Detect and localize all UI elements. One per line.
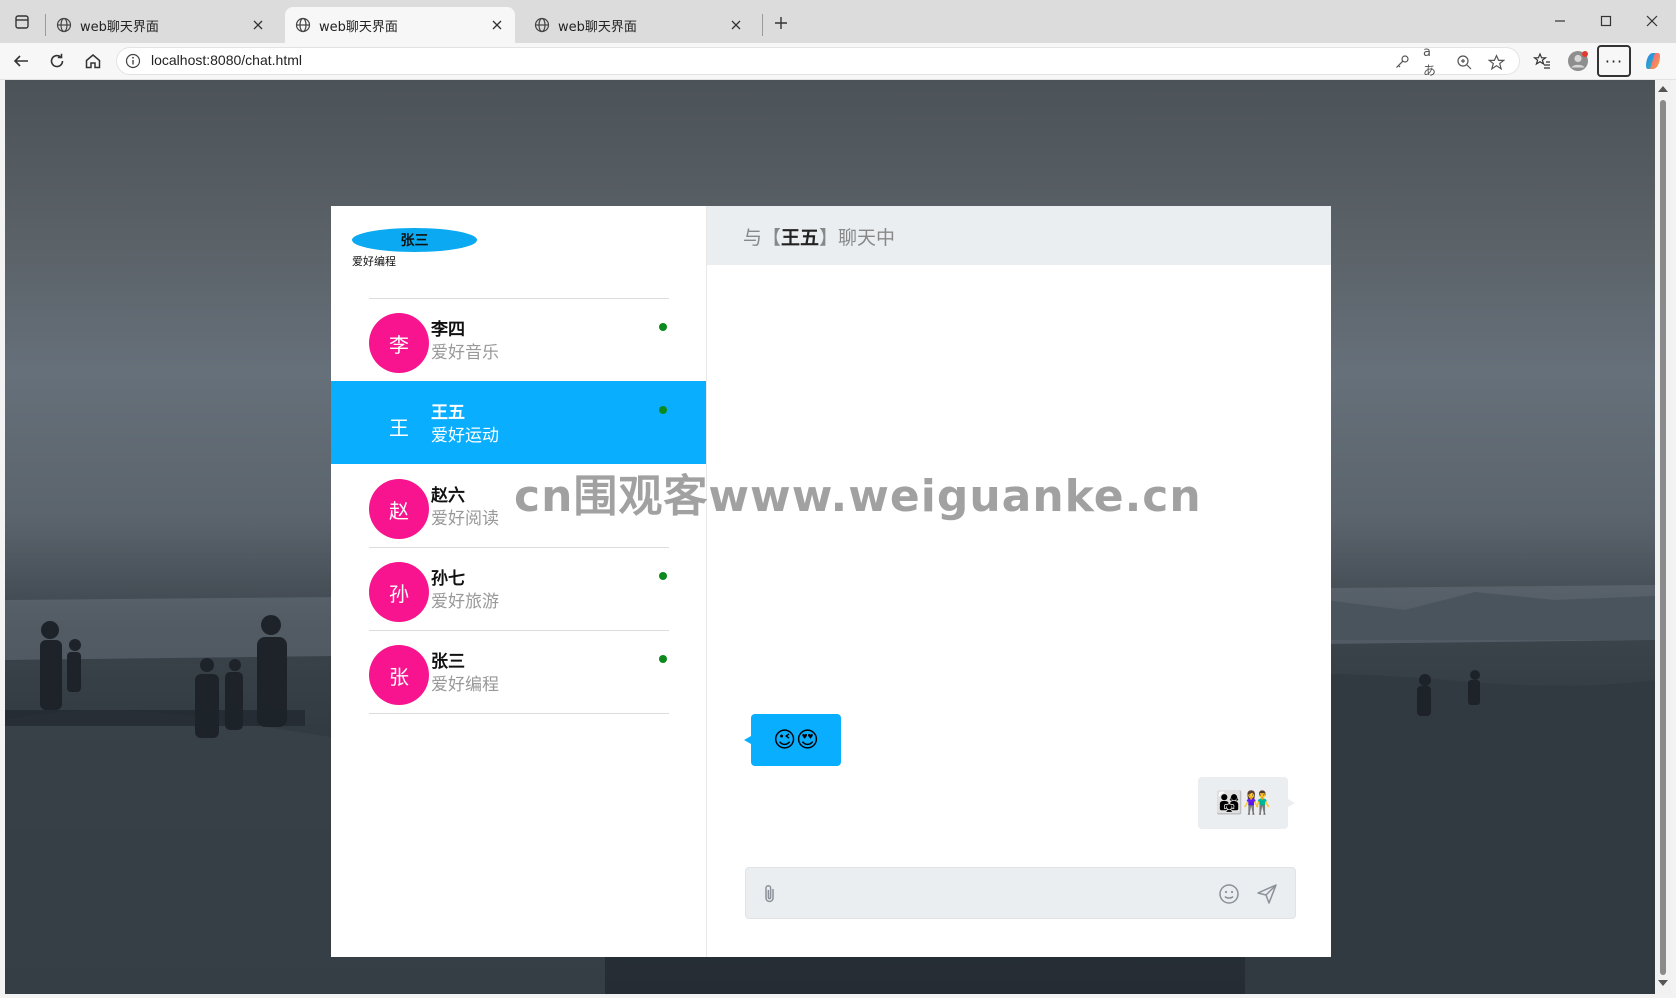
scroll-thumb[interactable]	[1660, 100, 1666, 975]
chat-panel: 与【王五】聊天中 😉😍 👨‍👩‍👧👫	[707, 206, 1331, 957]
chat-app: 张三 爱好编程 李 李四 爱好音乐 王 王五 爱好运动 赵 赵六 爱好阅读 孙 …	[331, 206, 1331, 957]
avatar: 赵	[369, 479, 429, 539]
key-icon[interactable]	[1392, 52, 1412, 72]
friend-item-sunqi[interactable]: 孙 孙七 爱好旅游	[331, 547, 706, 630]
favorite-star-icon[interactable]	[1486, 52, 1506, 72]
friend-hobby: 爱好阅读	[431, 509, 499, 529]
friend-item-lisi[interactable]: 李 李四 爱好音乐	[331, 298, 706, 381]
message-content: 👨‍👩‍👧👫	[1215, 790, 1271, 816]
paperclip-icon[interactable]	[760, 883, 780, 905]
online-status-dot	[659, 572, 667, 580]
list-divider	[369, 298, 669, 299]
url-text: localhost:8080/chat.html	[151, 52, 302, 68]
smile-icon[interactable]	[1217, 882, 1241, 906]
new-tab-button[interactable]	[768, 10, 794, 36]
tab-title: web聊天界面	[319, 19, 398, 35]
bubble-tail	[1288, 799, 1295, 807]
friend-item-wangwu[interactable]: 王 王五 爱好运动	[331, 381, 706, 464]
tab-1[interactable]: web聊天界面	[46, 7, 276, 43]
page-scrollbar[interactable]	[1655, 80, 1671, 994]
chat-partner-name: 王五	[781, 227, 820, 249]
chat-title-suffix: 】聊天中	[819, 227, 896, 249]
contacts-panel: 张三 爱好编程 李 李四 爱好音乐 王 王五 爱好运动 赵 赵六 爱好阅读 孙 …	[331, 206, 707, 957]
info-icon[interactable]	[125, 53, 141, 69]
back-arrow-icon[interactable]	[8, 48, 34, 74]
close-icon[interactable]	[489, 17, 505, 33]
friend-hobby: 爱好编程	[431, 675, 499, 695]
avatar: 孙	[369, 562, 429, 622]
zoom-icon[interactable]	[1454, 52, 1474, 72]
home-icon[interactable]	[80, 48, 106, 74]
friend-hobby: 爱好旅游	[431, 592, 499, 612]
received-message-bubble: 😉😍	[744, 714, 841, 766]
globe-icon	[534, 17, 550, 33]
message-input[interactable]	[792, 880, 1206, 908]
tab-title: web聊天界面	[80, 19, 159, 35]
refresh-icon[interactable]	[44, 48, 70, 74]
read-aloud-icon[interactable]: aあ	[1423, 45, 1443, 79]
globe-icon	[295, 17, 311, 33]
avatar: 王	[369, 396, 429, 456]
online-status-dot	[659, 406, 667, 414]
browser-window: web聊天界面 web聊天界面 web聊天界面 localhost:8080/c…	[0, 0, 1676, 998]
list-divider	[369, 630, 669, 631]
friend-hobby: 爱好运动	[431, 426, 499, 446]
list-divider	[369, 547, 669, 548]
tab-2[interactable]: web聊天界面	[285, 7, 515, 43]
scroll-up-arrow[interactable]	[1658, 86, 1668, 92]
sent-message-bubble: 👨‍👩‍👧👫	[1198, 777, 1295, 829]
favorites-icon[interactable]	[1529, 48, 1555, 74]
tab-3[interactable]: web聊天界面	[524, 7, 754, 43]
tab-bar: web聊天界面 web聊天界面 web聊天界面	[0, 0, 1676, 43]
tab-separator	[762, 14, 763, 36]
avatar: 李	[369, 313, 429, 373]
friend-name: 王五	[431, 403, 465, 423]
friend-name: 孙七	[431, 569, 465, 589]
browser-toolbar: localhost:8080/chat.html aあ ···	[0, 43, 1676, 80]
friend-name: 张三	[431, 652, 465, 672]
maximize-button[interactable]	[1591, 8, 1621, 34]
friend-hobby: 爱好音乐	[431, 343, 499, 363]
watermark-text: cn围观客www.weiguanke.cn	[514, 471, 1202, 522]
tab-title: web聊天界面	[558, 19, 637, 35]
my-hobby: 爱好编程	[352, 255, 396, 268]
send-icon[interactable]	[1255, 882, 1279, 906]
online-status-dot	[659, 323, 667, 331]
scroll-down-arrow[interactable]	[1658, 980, 1668, 986]
copilot-icon[interactable]	[1640, 48, 1666, 74]
more-options-button[interactable]: ···	[1597, 45, 1631, 77]
list-divider	[369, 713, 669, 714]
bubble-tail	[744, 736, 751, 744]
message-composer	[745, 867, 1296, 919]
close-icon[interactable]	[250, 17, 266, 33]
tab-actions-icon[interactable]	[10, 10, 34, 34]
online-status-dot	[659, 655, 667, 663]
chat-title: 与【王五】聊天中	[743, 223, 895, 250]
globe-icon	[56, 17, 72, 33]
chat-header: 与【王五】聊天中	[707, 206, 1331, 265]
friend-item-zhangsan[interactable]: 张 张三 爱好编程	[331, 630, 706, 713]
friend-name: 赵六	[431, 486, 465, 506]
friend-name: 李四	[431, 320, 465, 340]
address-bar[interactable]: localhost:8080/chat.html aあ	[116, 45, 1520, 79]
chat-title-prefix: 与【	[743, 227, 782, 249]
close-icon[interactable]	[728, 17, 744, 33]
window-close-button[interactable]	[1637, 8, 1667, 34]
profile-avatar[interactable]	[1565, 48, 1591, 74]
minimize-button[interactable]	[1545, 8, 1575, 34]
message-content: 😉😍	[773, 727, 819, 753]
avatar: 张	[369, 645, 429, 705]
my-name: 张三	[352, 228, 477, 252]
